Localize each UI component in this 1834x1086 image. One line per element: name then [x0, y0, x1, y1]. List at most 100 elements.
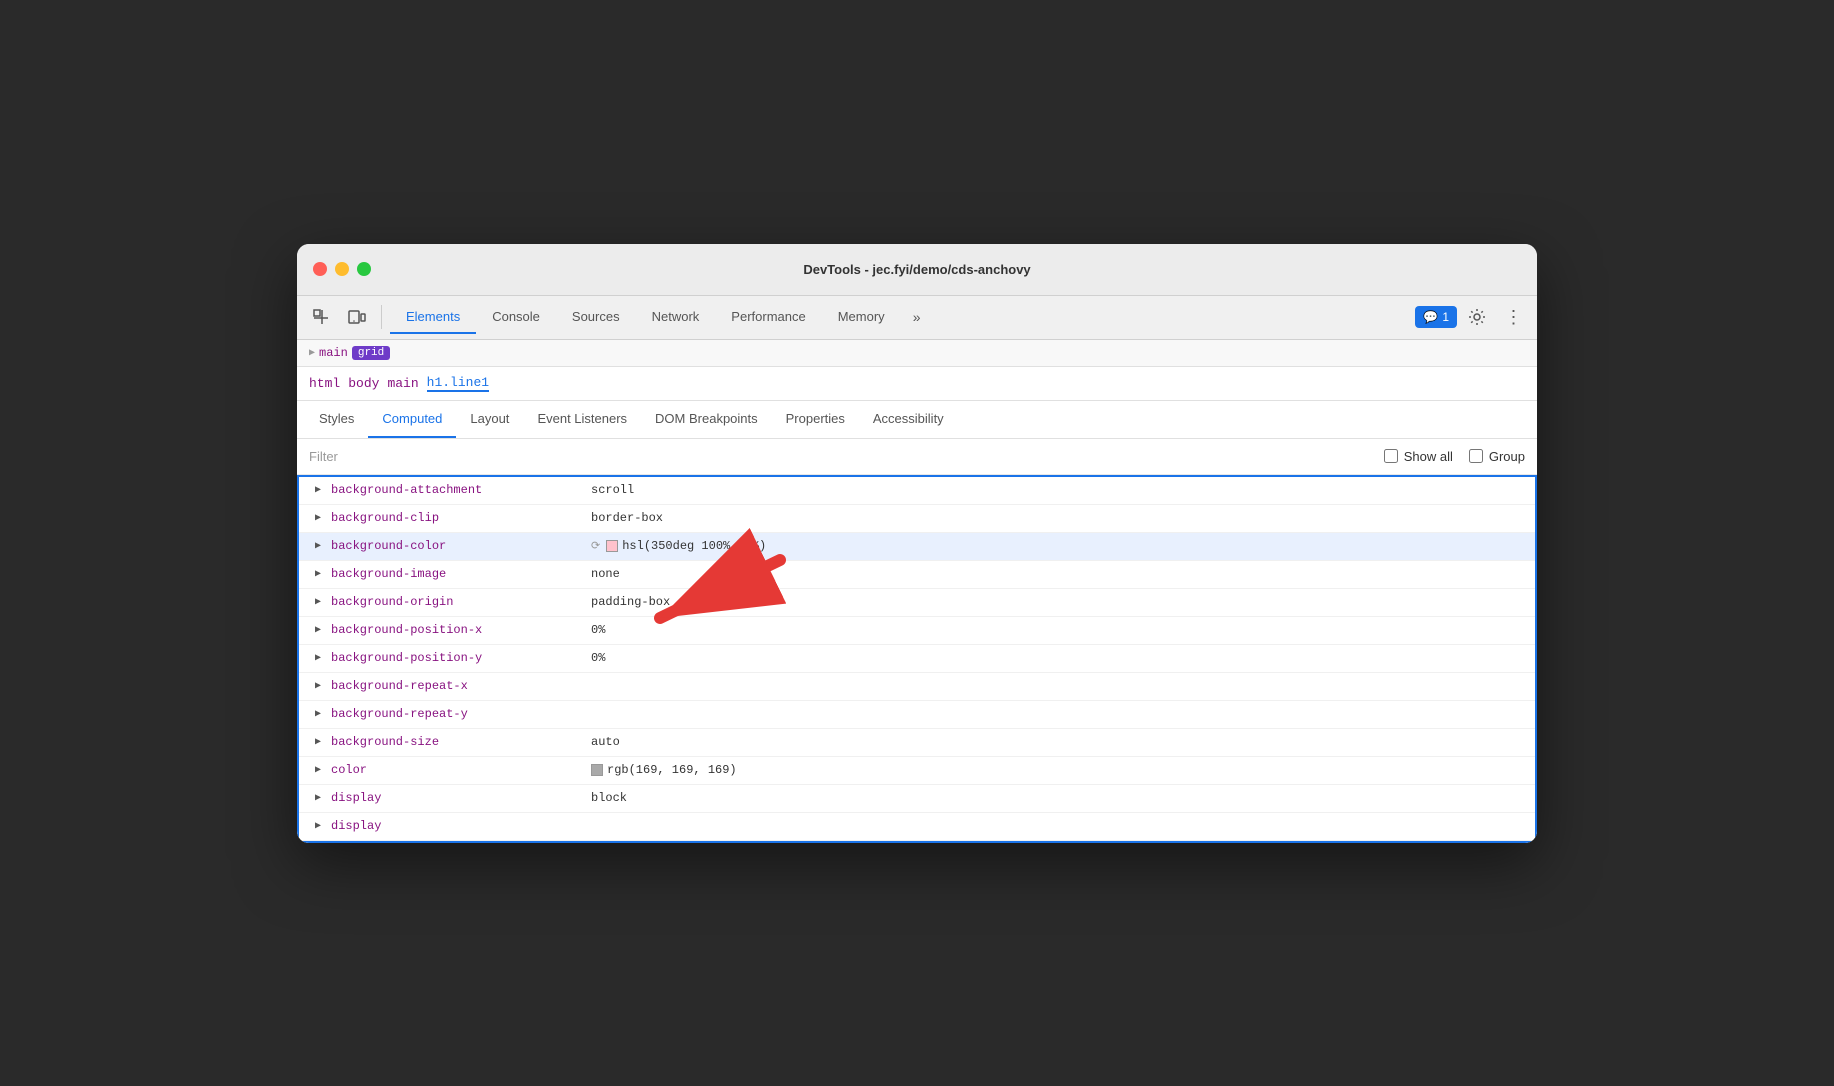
- tab-memory[interactable]: Memory: [822, 301, 901, 334]
- expand-icon-background-repeat-x[interactable]: ▶: [315, 680, 327, 692]
- expand-icon-background-clip[interactable]: ▶: [315, 512, 327, 524]
- property-name-background-repeat-x: background-repeat-x: [331, 679, 591, 693]
- close-button[interactable]: [313, 262, 327, 276]
- element-path-main[interactable]: main: [387, 376, 418, 391]
- expand-icon-background-image[interactable]: ▶: [315, 568, 327, 580]
- property-value-background-attachment: scroll: [591, 483, 634, 497]
- tab-elements[interactable]: Elements: [390, 301, 476, 334]
- sub-tab-layout[interactable]: Layout: [456, 401, 523, 438]
- sub-tab-bar: Styles Computed Layout Event Listeners D…: [297, 401, 1537, 439]
- element-path-body[interactable]: body: [348, 376, 379, 391]
- property-value-background-image: none: [591, 567, 620, 581]
- sub-tab-accessibility[interactable]: Accessibility: [859, 401, 958, 438]
- tab-sources[interactable]: Sources: [556, 301, 636, 334]
- property-value-background-clip: border-box: [591, 511, 663, 525]
- property-name-background-size: background-size: [331, 735, 591, 749]
- window-title: DevTools - jec.fyi/demo/cds-anchovy: [803, 262, 1030, 277]
- color-swatch-color[interactable]: [591, 764, 603, 776]
- tab-performance[interactable]: Performance: [715, 301, 821, 334]
- breadcrumb-tag[interactable]: main: [319, 346, 348, 360]
- property-row-background-color[interactable]: ▶ background-color⟳hsl(350deg 100% 88%): [299, 533, 1535, 561]
- property-value-text-color: rgb(169, 169, 169): [607, 763, 737, 777]
- property-name-background-color: background-color: [331, 539, 591, 553]
- expand-icon-background-size[interactable]: ▶: [315, 736, 327, 748]
- breadcrumb-grid-badge: grid: [352, 346, 390, 360]
- sub-tab-computed[interactable]: Computed: [368, 401, 456, 438]
- inspector-icon[interactable]: [305, 301, 337, 333]
- show-all-checkbox-label[interactable]: Show all: [1384, 449, 1453, 464]
- main-tab-nav: Elements Console Sources Network Perform…: [390, 301, 1411, 334]
- element-path-html[interactable]: html: [309, 376, 340, 391]
- property-value-text-background-size: auto: [591, 735, 620, 749]
- property-value-text-background-color: hsl(350deg 100% 88%): [622, 539, 766, 553]
- breadcrumb-arrow: ▶: [309, 347, 315, 359]
- property-row-background-clip[interactable]: ▶background-clipborder-box: [299, 505, 1535, 533]
- property-value-color: rgb(169, 169, 169): [591, 763, 737, 777]
- property-value-text-background-position-y: 0%: [591, 651, 605, 665]
- group-checkbox-label[interactable]: Group: [1469, 449, 1525, 464]
- property-name-background-image: background-image: [331, 567, 591, 581]
- chat-badge[interactable]: 💬 1: [1415, 306, 1457, 328]
- expand-icon-background-color[interactable]: ▶: [315, 540, 327, 552]
- property-row-background-size[interactable]: ▶ background-sizeauto: [299, 729, 1535, 757]
- device-mode-icon[interactable]: [341, 301, 373, 333]
- expand-icon-partial: ▶: [315, 820, 327, 832]
- property-value-background-size: auto: [591, 735, 620, 749]
- settings-icon[interactable]: [1461, 301, 1493, 333]
- element-path: html body main h1.line1: [297, 367, 1537, 401]
- tab-console[interactable]: Console: [476, 301, 556, 334]
- property-row-background-repeat-y[interactable]: ▶ background-repeat-y: [299, 701, 1535, 729]
- more-tabs-icon[interactable]: »: [901, 301, 933, 333]
- more-options-icon[interactable]: ⋮: [1497, 301, 1529, 333]
- property-row-background-origin[interactable]: ▶background-originpadding-box: [299, 589, 1535, 617]
- group-checkbox[interactable]: [1469, 449, 1483, 463]
- property-value-text-background-origin: padding-box: [591, 595, 670, 609]
- filter-bar: Show all Group: [297, 439, 1537, 475]
- property-row-partial: ▶ display: [299, 813, 1535, 841]
- property-name-background-attachment: background-attachment: [331, 483, 591, 497]
- filter-input[interactable]: [309, 449, 509, 464]
- property-row-display[interactable]: ▶ displayblock: [299, 785, 1535, 813]
- devtools-window: DevTools - jec.fyi/demo/cds-anchovy Elem…: [297, 244, 1537, 843]
- property-value-text-background-clip: border-box: [591, 511, 663, 525]
- element-path-h1[interactable]: h1.line1: [427, 375, 489, 392]
- property-value-text-background-image: none: [591, 567, 620, 581]
- minimize-button[interactable]: [335, 262, 349, 276]
- group-label: Group: [1489, 449, 1525, 464]
- sub-tab-properties[interactable]: Properties: [772, 401, 859, 438]
- property-name-background-repeat-y: background-repeat-y: [331, 707, 591, 721]
- expand-icon-color[interactable]: ▶: [315, 764, 327, 776]
- dom-breadcrumb-bar: ▶ main grid: [297, 340, 1537, 367]
- expand-icon-background-position-x[interactable]: ▶: [315, 624, 327, 636]
- property-name-partial: display: [331, 819, 591, 833]
- property-value-background-color: ⟳hsl(350deg 100% 88%): [591, 539, 766, 553]
- toolbar-divider: [381, 305, 382, 329]
- tab-network[interactable]: Network: [636, 301, 716, 334]
- property-row-background-attachment[interactable]: ▶ background-attachmentscroll: [299, 477, 1535, 505]
- show-all-label: Show all: [1404, 449, 1453, 464]
- property-value-display: block: [591, 791, 627, 805]
- property-row-background-position-y[interactable]: ▶ background-position-y0%: [299, 645, 1535, 673]
- chat-icon: 💬: [1423, 310, 1438, 324]
- expand-icon-background-position-y[interactable]: ▶: [315, 652, 327, 664]
- property-name-display: display: [331, 791, 591, 805]
- maximize-button[interactable]: [357, 262, 371, 276]
- show-all-checkbox[interactable]: [1384, 449, 1398, 463]
- sub-tab-styles[interactable]: Styles: [305, 401, 368, 438]
- sub-tab-event-listeners[interactable]: Event Listeners: [523, 401, 641, 438]
- property-name-background-position-y: background-position-y: [331, 651, 591, 665]
- property-row-color[interactable]: ▶colorrgb(169, 169, 169): [299, 757, 1535, 785]
- property-row-background-image[interactable]: ▶ background-imagenone: [299, 561, 1535, 589]
- sub-tab-dom-breakpoints[interactable]: DOM Breakpoints: [641, 401, 772, 438]
- toolbar-right: 💬 1 ⋮: [1415, 301, 1529, 333]
- expand-icon-background-attachment[interactable]: ▶: [315, 484, 327, 496]
- property-name-background-position-x: background-position-x: [331, 623, 591, 637]
- property-value-background-origin: padding-box: [591, 595, 670, 609]
- main-toolbar: Elements Console Sources Network Perform…: [297, 296, 1537, 340]
- color-swatch-background-color[interactable]: [606, 540, 618, 552]
- expand-icon-display[interactable]: ▶: [315, 792, 327, 804]
- property-row-background-repeat-x[interactable]: ▶ background-repeat-x: [299, 673, 1535, 701]
- expand-icon-background-repeat-y[interactable]: ▶: [315, 708, 327, 720]
- property-row-background-position-x[interactable]: ▶background-position-x0%: [299, 617, 1535, 645]
- expand-icon-background-origin[interactable]: ▶: [315, 596, 327, 608]
